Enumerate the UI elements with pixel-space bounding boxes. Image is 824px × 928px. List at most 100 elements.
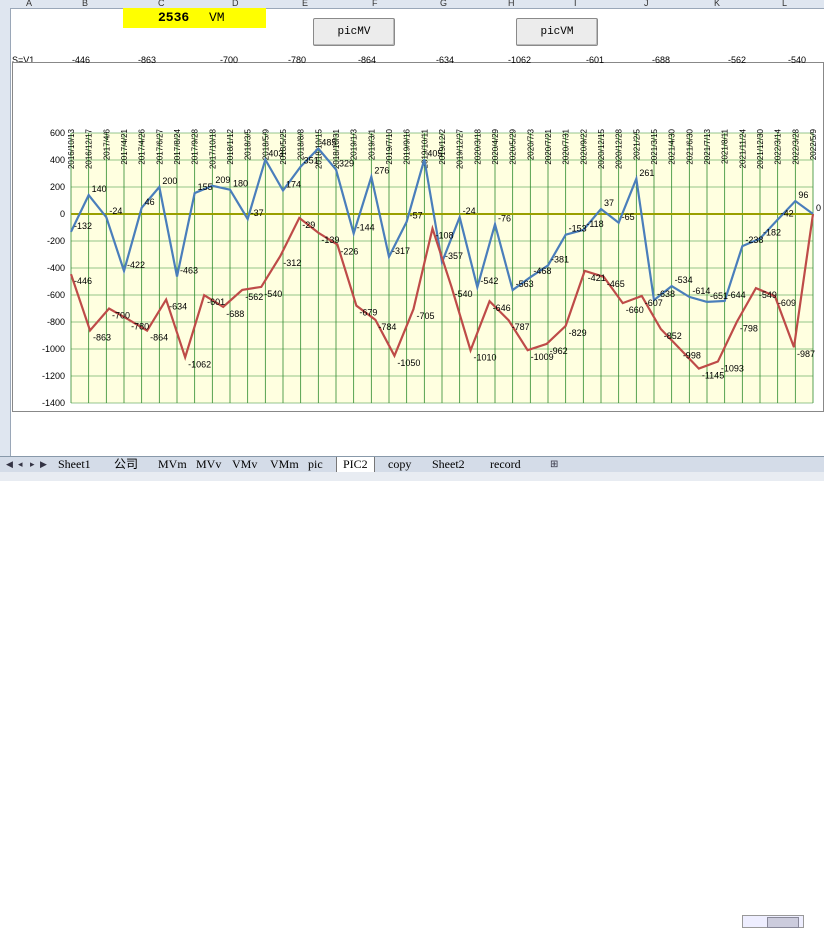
- sheet-tab-vmv[interactable]: VMv: [226, 457, 263, 472]
- pic-vm-button[interactable]: picVM: [516, 18, 598, 46]
- x-tick-label: 2020/12/15: [597, 128, 606, 169]
- chart-area[interactable]: 600 400 200 0 -200 -400 -600 -800 -1000 -1200 -140…: [12, 62, 824, 412]
- x-tick-label: 2017/6/27: [155, 128, 164, 164]
- column-header-l[interactable]: L: [782, 0, 787, 8]
- x-tick-label: 2017/4/26: [138, 128, 147, 164]
- x-tick-label: 2017/10/18: [208, 128, 217, 169]
- x-tick-label: 2017/8/24: [173, 128, 182, 164]
- data-label: -153: [569, 224, 587, 234]
- x-tick-label: 2020/7/31: [562, 128, 571, 164]
- x-tick-label: 2018/1/12: [226, 128, 235, 164]
- row-value: -688: [652, 55, 671, 65]
- data-label: -1062: [188, 359, 211, 369]
- column-header-h[interactable]: H: [508, 0, 515, 8]
- x-tick-label: 2020/7/3: [526, 128, 535, 160]
- sheet-tab-公司[interactable]: 公司: [108, 457, 144, 472]
- column-header-a[interactable]: A: [26, 0, 32, 8]
- row-value: -540: [788, 55, 807, 65]
- data-label: 140: [92, 184, 107, 194]
- sheet-tab-pic2[interactable]: PIC2: [336, 457, 375, 473]
- x-tick-label: 2020/5/29: [509, 128, 518, 164]
- last-sheet-icon[interactable]: ▶: [40, 459, 47, 470]
- column-header-i[interactable]: I: [574, 0, 577, 8]
- column-header-j[interactable]: J: [644, 0, 649, 8]
- sheet-tab-vmm[interactable]: VMm: [264, 457, 305, 472]
- data-label: -679: [359, 308, 377, 318]
- data-label: -660: [626, 305, 644, 315]
- column-header-k[interactable]: K: [714, 0, 720, 8]
- sheet-tab-sheet1[interactable]: Sheet1: [52, 457, 97, 472]
- x-tick-label: 2020/7/21: [544, 128, 553, 164]
- column-header-d[interactable]: D: [232, 0, 239, 8]
- vm-value-cell[interactable]: 2536 VM: [123, 8, 266, 28]
- data-label: -784: [378, 322, 396, 332]
- column-header-c[interactable]: C: [158, 0, 165, 8]
- data-label: -357: [445, 251, 463, 261]
- row-value: -700: [220, 55, 239, 65]
- data-label: -465: [607, 279, 625, 289]
- insert-sheet-icon[interactable]: ⊞: [550, 459, 558, 470]
- x-tick-label: 2021/6/30: [685, 128, 694, 164]
- row-value: -1062: [508, 55, 532, 65]
- data-label: 155: [198, 182, 213, 192]
- first-sheet-icon[interactable]: ◀: [6, 459, 13, 470]
- sheet-tab-mvv[interactable]: MVv: [190, 457, 227, 472]
- x-tick-label: 2022/3/14: [774, 128, 783, 164]
- data-label: -76: [498, 213, 511, 223]
- sheet-tab-mvm[interactable]: MVm: [152, 457, 193, 472]
- x-tick-label: 2016/10/13: [67, 128, 76, 169]
- data-label: -317: [392, 246, 410, 256]
- sheet-tab-sheet2[interactable]: Sheet2: [426, 457, 471, 472]
- x-tick-label: 2017/4/21: [120, 128, 129, 164]
- data-label: -987: [797, 349, 815, 359]
- data-label: -864: [150, 333, 168, 343]
- data-label: -607: [645, 298, 663, 308]
- x-tick-label: 2021/4/30: [668, 128, 677, 164]
- data-label: -24: [109, 206, 122, 216]
- data-label: -549: [759, 290, 777, 300]
- x-tick-label: 2021/8/11: [721, 128, 730, 164]
- data-label: 485: [321, 138, 336, 148]
- scrollbar-thumb[interactable]: [767, 917, 799, 928]
- data-label: -421: [588, 273, 606, 283]
- data-label: -139: [321, 235, 339, 245]
- row-value: -601: [586, 55, 605, 65]
- horizontal-scrollbar[interactable]: [742, 915, 804, 928]
- data-label: -226: [340, 247, 358, 257]
- data-label: -700: [112, 311, 130, 321]
- x-tick-label: 2017/4/6: [102, 128, 111, 160]
- y-tick-label: -400: [47, 263, 65, 273]
- next-sheet-icon[interactable]: ▸: [30, 459, 35, 470]
- sheet-tab-pic[interactable]: pic: [302, 457, 329, 472]
- column-header-e[interactable]: E: [302, 0, 308, 8]
- prev-sheet-icon[interactable]: ◂: [18, 459, 23, 470]
- column-header-b[interactable]: B: [82, 0, 88, 8]
- data-label: -651: [710, 291, 728, 301]
- data-label: 329: [339, 159, 354, 169]
- data-label: 174: [286, 180, 301, 190]
- data-label: -998: [683, 351, 701, 361]
- data-label: -1010: [474, 352, 497, 362]
- data-label: -65: [622, 212, 635, 222]
- column-header-f[interactable]: F: [372, 0, 378, 8]
- y-tick-label: -800: [47, 317, 65, 327]
- row-value: -780: [288, 55, 307, 65]
- data-label: -463: [180, 266, 198, 276]
- column-header-g[interactable]: G: [440, 0, 447, 8]
- data-label: -646: [493, 303, 511, 313]
- x-tick-label: 2019/12/2: [438, 128, 447, 164]
- data-label: -534: [675, 275, 693, 285]
- pic-mv-button[interactable]: picMV: [313, 18, 395, 46]
- x-tick-label: 2019/9/16: [403, 128, 412, 164]
- data-label: -29: [302, 220, 315, 230]
- x-tick-label: 2019/12/27: [456, 128, 465, 169]
- row-value: -634: [436, 55, 455, 65]
- data-label: 180: [233, 179, 248, 189]
- sheet-tab-copy[interactable]: copy: [382, 457, 417, 472]
- data-label: 46: [145, 197, 155, 207]
- vm-value: 2536: [158, 10, 190, 25]
- sheet-tab-record[interactable]: record: [484, 457, 527, 472]
- data-label: -829: [569, 328, 587, 338]
- data-label: -601: [207, 297, 225, 307]
- data-label: 96: [798, 190, 808, 200]
